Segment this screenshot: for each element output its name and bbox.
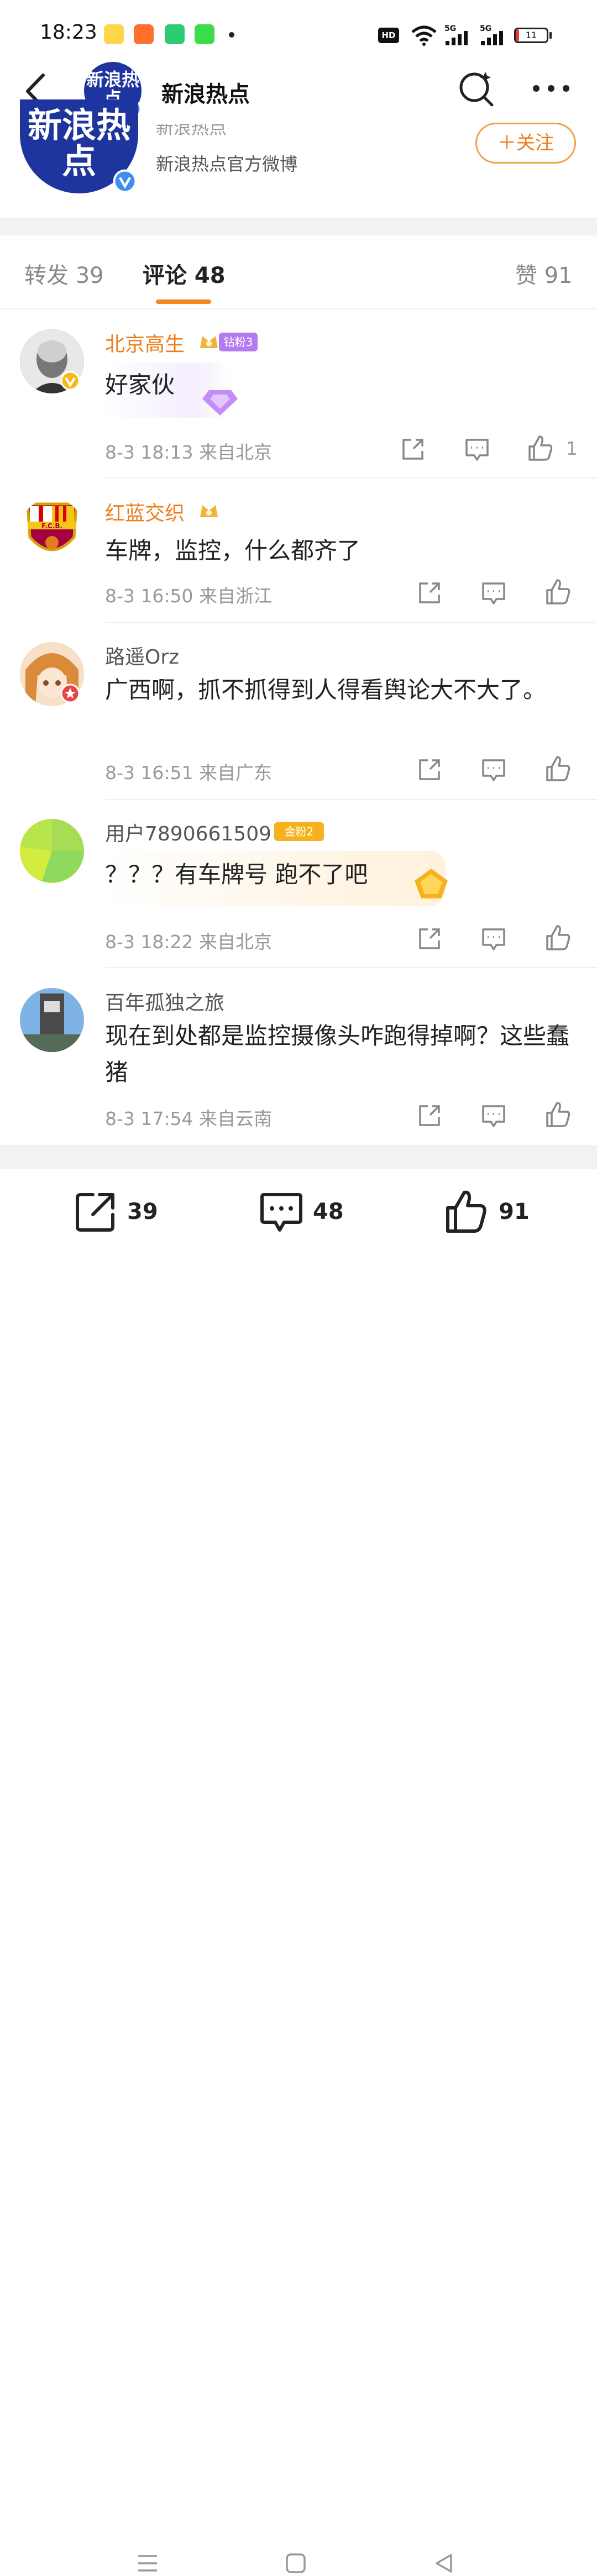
hd-voice-icon: HD <box>378 28 399 43</box>
more-notifications-icon <box>229 32 234 38</box>
comment-icon[interactable] <box>259 1189 304 1234</box>
tab-likes[interactable]: 赞 91 <box>515 257 573 290</box>
color-wheel-avatar <box>20 819 84 883</box>
verified-badge-icon <box>60 371 80 391</box>
share-icon[interactable] <box>416 756 443 784</box>
tabs-divider <box>0 308 597 309</box>
repost-count[interactable]: 39 <box>127 1199 158 1224</box>
like-icon[interactable] <box>544 578 572 606</box>
clock-tower-avatar <box>20 988 84 1052</box>
comment-meta: 8-3 18:13 来自北京 <box>105 441 272 463</box>
comment-avatar[interactable] <box>20 819 84 883</box>
comment-divider <box>105 622 597 623</box>
comment-username[interactable]: 北京高生 <box>105 328 185 357</box>
comment-count[interactable]: 48 <box>313 1199 344 1224</box>
comment-text: 好家伙 <box>105 371 175 398</box>
profile-avatar-logo: 新浪热点 <box>27 105 130 182</box>
comment-text: 现在到处都是监控摄像头咋跑得掉啊？这些蠢猪 <box>105 1022 570 1086</box>
profile-verified-icon <box>113 169 137 193</box>
comment-text: ？？？有车牌号 跑不了吧 <box>105 861 368 888</box>
comment-meta: 8-3 17:54 来自云南 <box>105 1108 272 1129</box>
section-divider <box>0 218 597 235</box>
comment-divider <box>105 477 597 479</box>
reply-icon[interactable] <box>480 579 507 607</box>
follow-button[interactable]: ＋关注 <box>475 123 576 164</box>
signal-1-icon <box>446 31 468 45</box>
battery-icon: 11 <box>514 28 548 43</box>
comment-username[interactable]: 用户7890661509 <box>105 818 271 847</box>
reply-icon[interactable] <box>480 925 507 953</box>
app-notification-icon <box>134 24 154 44</box>
more-icon[interactable] <box>531 83 572 94</box>
clipboard-app-icon <box>165 24 185 44</box>
like-count[interactable]: 91 <box>499 1199 530 1224</box>
back-icon[interactable] <box>431 2551 457 2576</box>
system-nav-bar <box>0 1270 597 2573</box>
comment-text: 广西啊，抓不抓得到人得看舆论大不大了。 <box>105 676 547 703</box>
crown-icon <box>200 336 218 348</box>
wifi-icon <box>411 25 437 46</box>
comment-meta: 8-3 16:50 来自浙江 <box>105 585 272 607</box>
reply-icon[interactable] <box>463 435 491 463</box>
comment-username[interactable]: 红蓝交织 <box>105 497 185 526</box>
bottom-divider <box>0 1145 597 1169</box>
comment-divider <box>105 967 597 968</box>
gold-pentagon-decoration-icon <box>415 869 448 898</box>
comment-username[interactable]: 路遥Orz <box>105 641 179 670</box>
home-icon[interactable] <box>283 2551 308 2576</box>
signal-2-icon <box>481 31 503 45</box>
reply-icon[interactable] <box>480 1102 507 1129</box>
share-icon[interactable] <box>416 1102 443 1129</box>
share-icon[interactable] <box>399 435 427 463</box>
like-icon[interactable] <box>544 924 572 951</box>
active-tab-indicator <box>156 299 211 304</box>
diamond-decoration-icon <box>202 390 238 416</box>
like-count: 1 <box>566 438 578 459</box>
comment-divider <box>105 799 597 800</box>
menu-icon[interactable] <box>135 2551 160 2576</box>
svg-text:F.C.B.: F.C.B. <box>41 522 62 530</box>
reply-icon[interactable] <box>480 756 507 784</box>
member-badge-icon <box>60 684 80 703</box>
like-icon[interactable] <box>526 434 554 462</box>
comment-avatar[interactable]: F.C.B. <box>20 498 84 562</box>
tab-comments[interactable]: 评论 48 <box>143 257 226 290</box>
profile-description: 新浪热点官方微博 <box>156 154 298 175</box>
fcb-crest-icon: F.C.B. <box>26 502 78 551</box>
battery-tip <box>549 32 552 39</box>
comment-avatar[interactable] <box>20 988 84 1052</box>
search-icon[interactable] <box>457 69 496 108</box>
battery-percent: 11 <box>525 30 537 40</box>
like-icon[interactable] <box>544 1101 572 1128</box>
like-icon[interactable] <box>443 1189 489 1234</box>
comment-username[interactable]: 百年孤独之旅 <box>105 987 224 1016</box>
share-icon[interactable] <box>416 579 443 607</box>
share-icon[interactable] <box>416 925 443 953</box>
weibo-app-icon <box>104 24 124 44</box>
like-icon[interactable] <box>544 755 572 782</box>
fan-badge: 金粉2 <box>274 822 324 841</box>
comment-meta: 8-3 18:22 来自北京 <box>105 931 272 953</box>
crown-icon <box>200 505 218 517</box>
comment-text: 车牌，监控，什么都齐了 <box>105 537 361 564</box>
page-title: 新浪热点 <box>161 82 250 107</box>
repost-icon[interactable] <box>73 1189 118 1234</box>
tab-reposts[interactable]: 转发 39 <box>24 257 104 290</box>
profile-name: 新浪热点 <box>156 117 227 138</box>
status-bar: 18:23 HD 5G 5G 11 <box>0 0 597 66</box>
fan-badge: 钻粉3 <box>219 333 258 351</box>
shopping-app-icon <box>195 24 214 44</box>
clock: 18:23 <box>40 21 97 44</box>
comment-meta: 8-3 16:51 来自广东 <box>105 762 272 784</box>
